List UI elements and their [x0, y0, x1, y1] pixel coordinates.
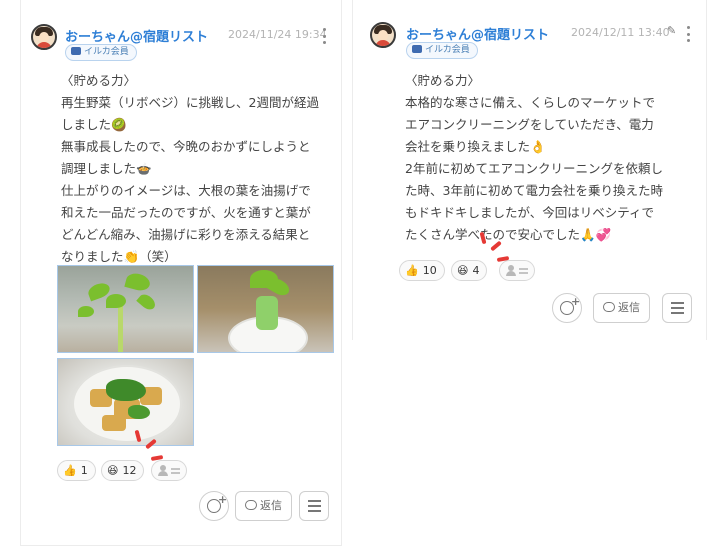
add-reaction-button[interactable]: + — [552, 293, 582, 323]
reaction-count: 10 — [422, 264, 437, 277]
post-card-1: おーちゃん@宿題リスト イルカ会員 2024/11/24 19:34 〈貯める力… — [20, 0, 342, 546]
member-badge: イルカ会員 — [406, 42, 478, 59]
reply-label: 返信 — [260, 499, 282, 512]
reaction-laughing[interactable]: 😆 12 — [101, 460, 145, 481]
post-body: 〈貯める力〉 再生野菜（リボベジ）に挑戦し、2週間が経過 しました🥝 無事成長し… — [61, 73, 319, 264]
post-photo-3[interactable] — [57, 358, 194, 446]
reaction-count: 4 — [472, 264, 480, 277]
username[interactable]: おーちゃん@宿題リスト — [406, 24, 549, 43]
post-photo-2[interactable] — [197, 265, 334, 353]
badge-label: イルカ会員 — [425, 45, 470, 55]
hamburger-menu-icon[interactable] — [299, 491, 329, 521]
pencil-icon[interactable]: ✎ — [667, 24, 676, 37]
laughing-face-icon: 😆 — [457, 264, 469, 277]
reaction-laughing[interactable]: 😆 4 — [451, 260, 488, 281]
username[interactable]: おーちゃん@宿題リスト — [65, 26, 208, 45]
avatar-icon[interactable] — [370, 22, 396, 48]
speech-bubble-icon — [603, 302, 615, 312]
post-date: 2024/12/11 13:40 — [571, 26, 670, 39]
dolphin-badge-icon — [71, 47, 81, 55]
reaction-thumbs-up[interactable]: 👍 10 — [399, 260, 445, 281]
laughing-face-icon: 😆 — [107, 464, 119, 477]
speech-bubble-icon — [245, 500, 257, 510]
reactors-list-icon[interactable] — [499, 260, 535, 281]
reply-button[interactable]: 返信 — [593, 293, 650, 323]
member-badge: イルカ会員 — [65, 44, 137, 61]
reaction-count: 1 — [80, 464, 88, 477]
kebab-menu-icon[interactable] — [321, 28, 327, 44]
post-photo-1[interactable] — [57, 265, 194, 353]
reactors-list-icon[interactable] — [151, 460, 187, 481]
thumbs-up-icon: 👍 — [405, 264, 419, 277]
post-date: 2024/11/24 19:34 — [228, 28, 327, 41]
hamburger-menu-icon[interactable] — [662, 293, 692, 323]
add-reaction-button[interactable]: + — [199, 491, 229, 521]
dolphin-badge-icon — [412, 45, 422, 53]
post-body: 〈貯める力〉 本格的な寒さに備え、くらしのマーケットで エアコンクリーニングをし… — [405, 73, 663, 242]
reaction-thumbs-up[interactable]: 👍 1 — [57, 460, 96, 481]
thumbs-up-icon: 👍 — [63, 464, 77, 477]
avatar-icon[interactable] — [31, 24, 57, 50]
badge-label: イルカ会員 — [84, 47, 129, 57]
post-card-2: おーちゃん@宿題リスト イルカ会員 2024/12/11 13:40 ✎ 〈貯め… — [352, 0, 707, 340]
reply-button[interactable]: 返信 — [235, 491, 292, 521]
kebab-menu-icon[interactable] — [685, 26, 691, 42]
reply-label: 返信 — [618, 301, 640, 314]
reaction-count: 12 — [122, 464, 137, 477]
